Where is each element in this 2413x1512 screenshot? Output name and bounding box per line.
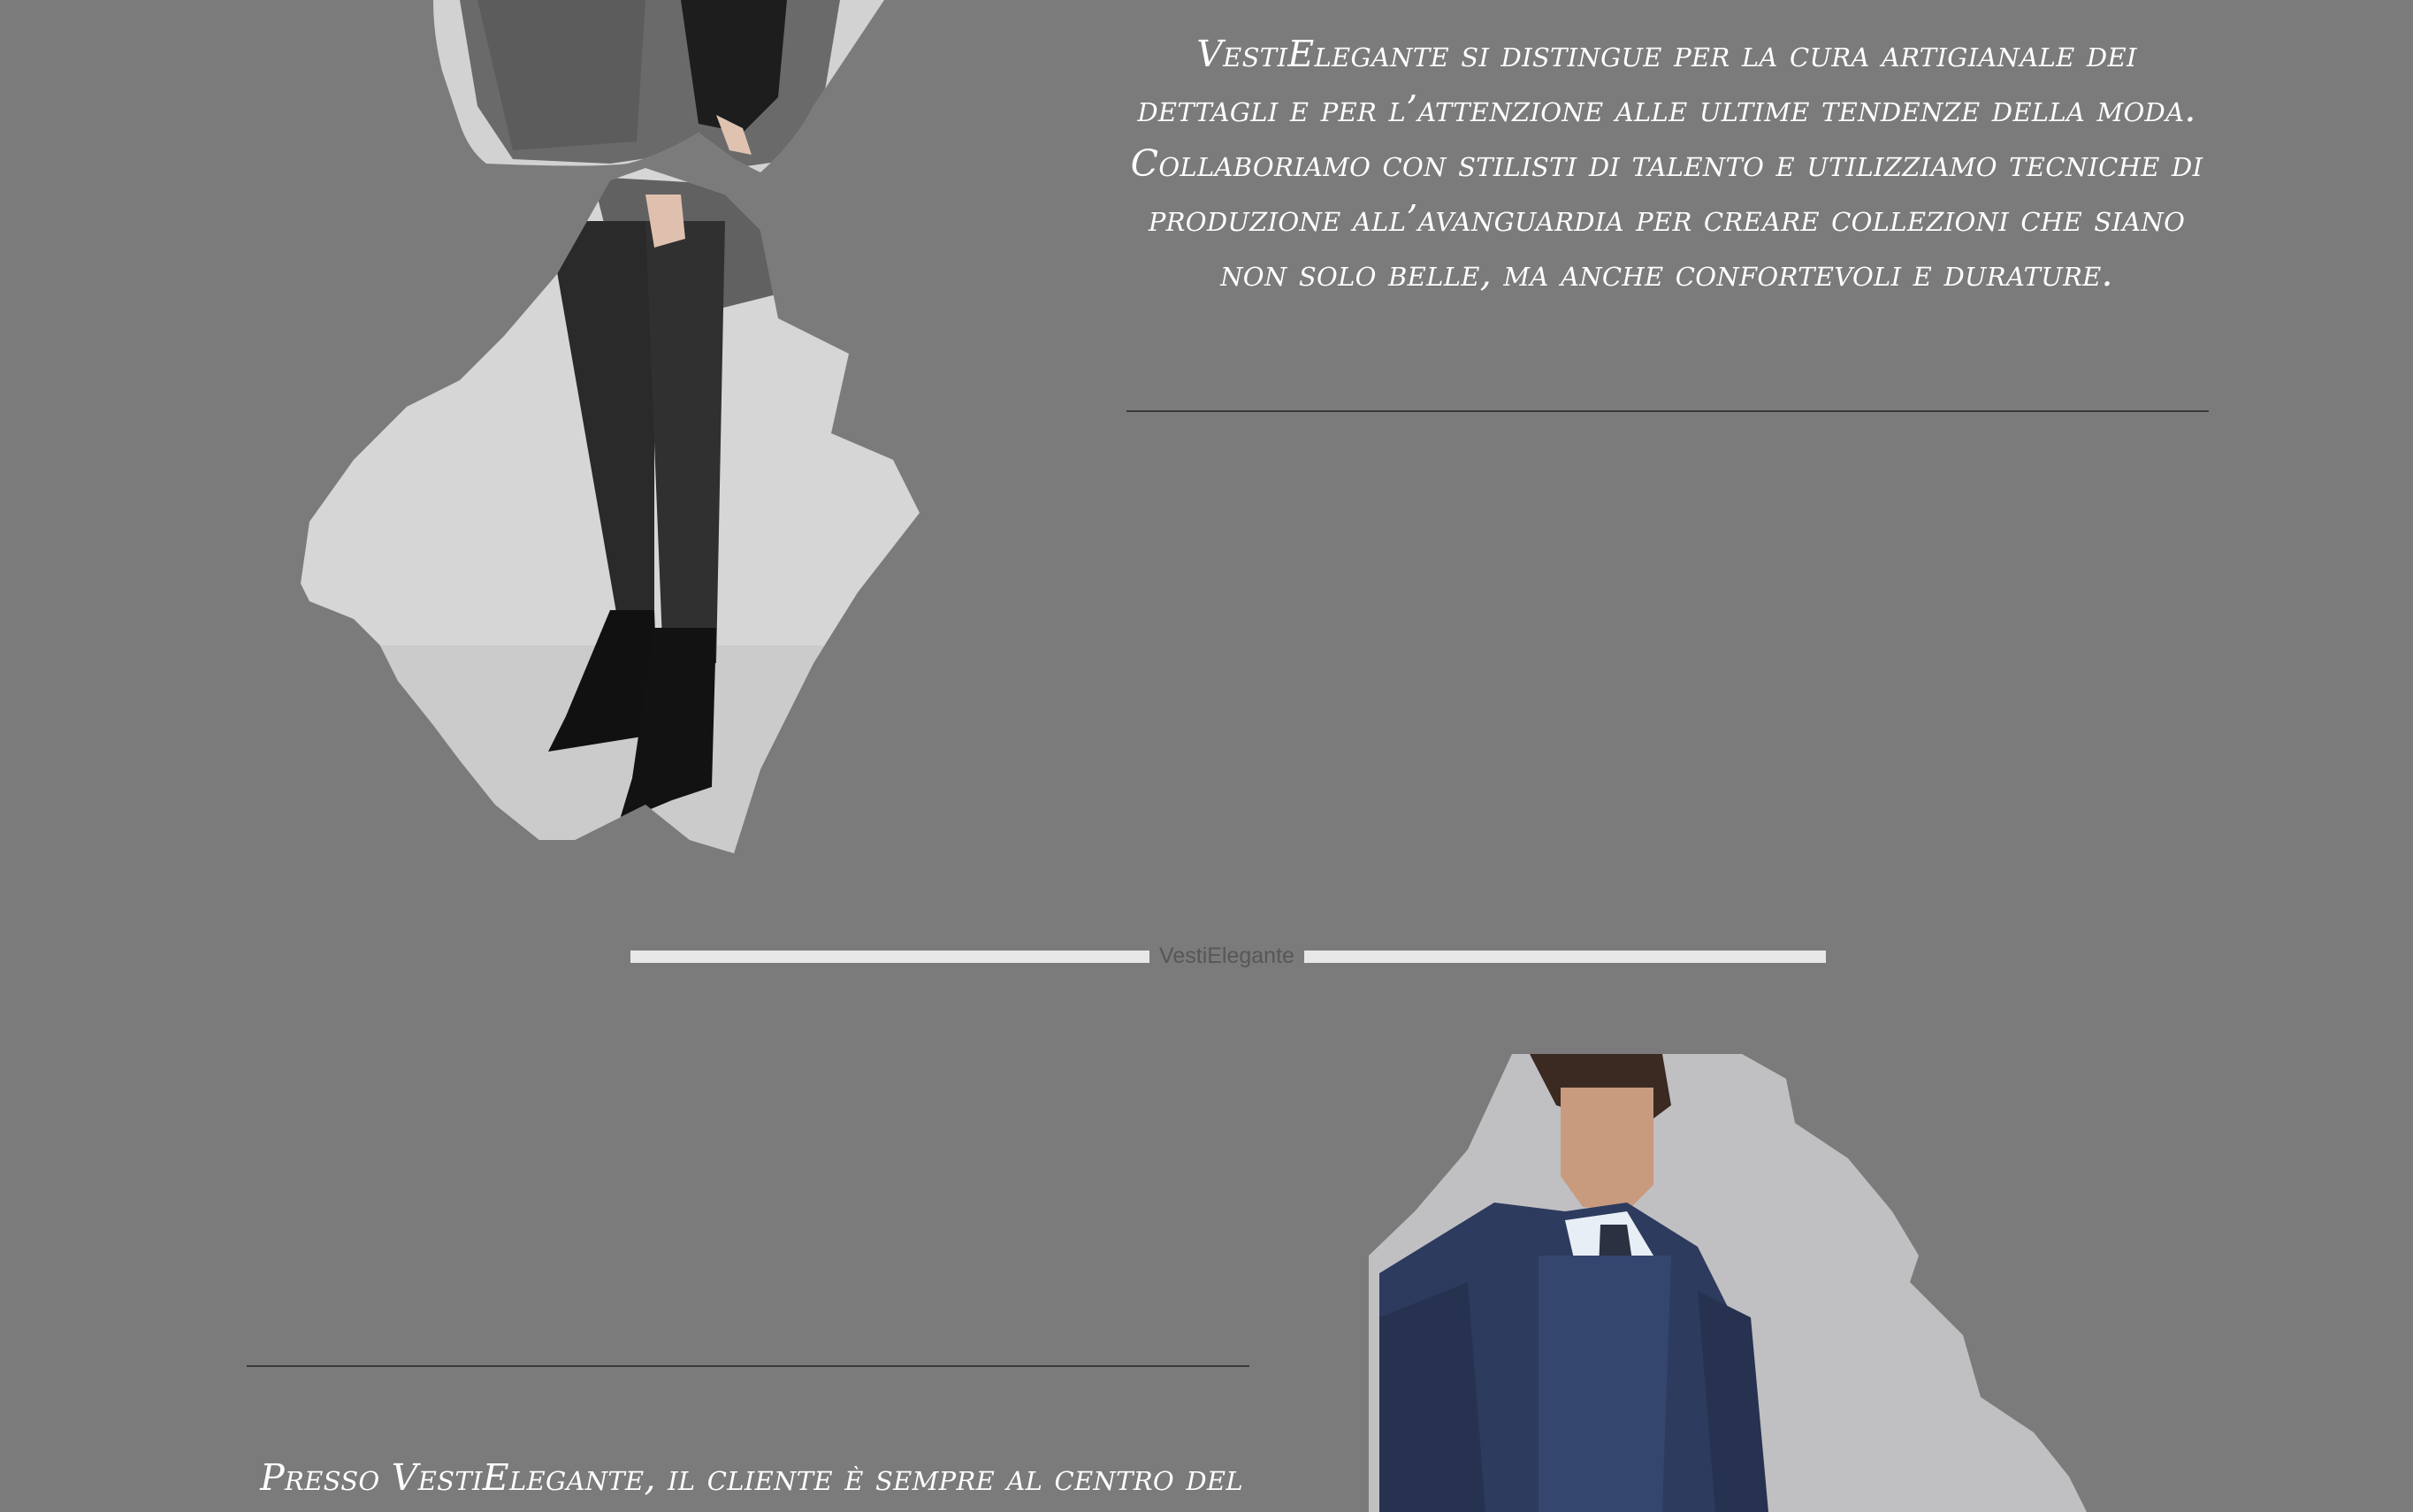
divider-bar-left <box>630 951 1149 963</box>
about-paragraph: VestiElegante si distingue per la cura a… <box>1130 33 2203 294</box>
man-suit-photo <box>1369 1054 2087 1512</box>
brand-divider: VestiElegante <box>630 943 1826 969</box>
section-rule-top <box>1126 410 2209 412</box>
woman-coat-photo <box>433 0 884 172</box>
customer-paragraph: Presso VestiElegante, il cliente è sempr… <box>260 1456 1243 1499</box>
section-rule-bottom <box>247 1365 1249 1367</box>
woman-legs-boots-photo <box>301 168 920 853</box>
divider-brand-label: VestiElegante <box>1159 943 1294 968</box>
divider-bar-right <box>1304 951 1826 963</box>
